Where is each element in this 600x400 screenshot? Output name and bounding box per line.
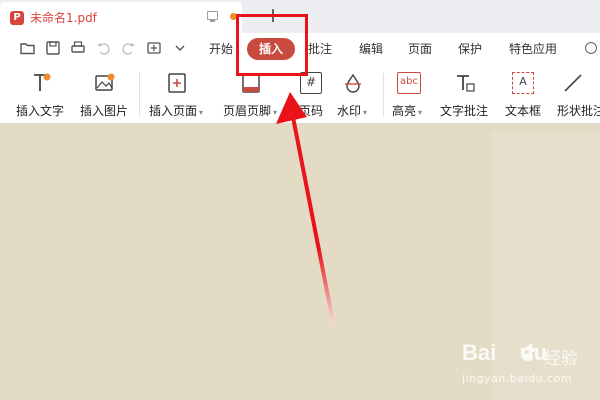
watermark-url: jingyan.baidu.com [462, 372, 573, 385]
baidu-watermark: Bai du 经验 jingyan.baidu.com [462, 340, 592, 390]
paw-icon [520, 345, 536, 361]
watermark-cn: 经验 [544, 349, 578, 369]
